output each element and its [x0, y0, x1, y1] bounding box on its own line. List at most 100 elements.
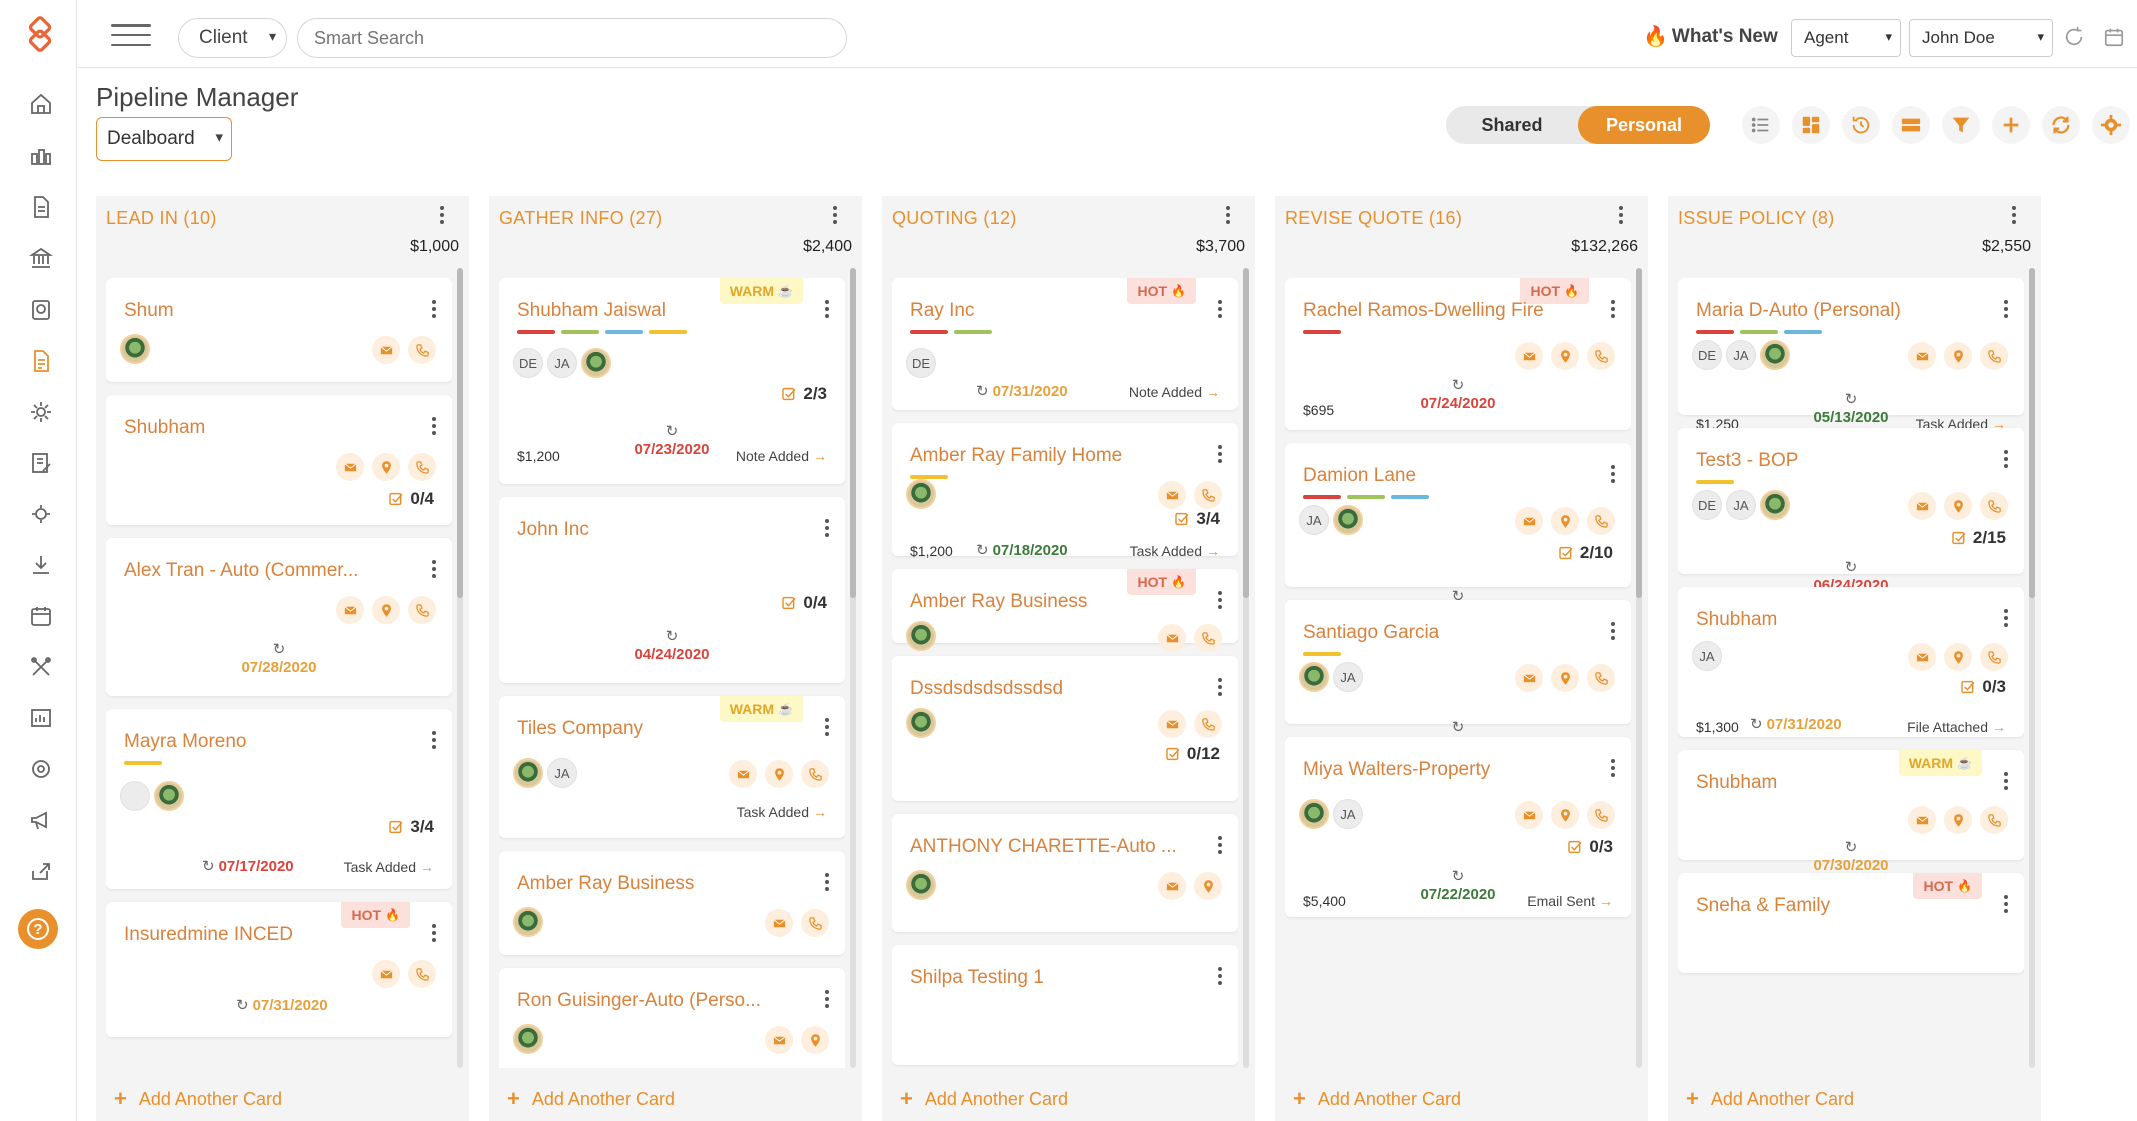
- card-menu[interactable]: [825, 873, 829, 891]
- location-button[interactable]: [1551, 664, 1579, 692]
- avatar[interactable]: [906, 708, 936, 738]
- phone-button[interactable]: [801, 909, 829, 937]
- card-menu[interactable]: [825, 519, 829, 537]
- add-card-button[interactable]: + Add Another Card: [114, 1086, 282, 1112]
- card-title[interactable]: Maria D-Auto (Personal): [1696, 300, 1901, 322]
- scrollbar-thumb[interactable]: [850, 268, 856, 598]
- column-scrollbar[interactable]: [850, 268, 856, 1068]
- card-title[interactable]: Ron Guisinger-Auto (Perso...: [517, 990, 761, 1012]
- compact-view-button[interactable]: [1892, 106, 1930, 144]
- deal-card[interactable]: Amber Ray Business: [499, 851, 845, 955]
- location-button[interactable]: [1944, 643, 1972, 671]
- board-select[interactable]: Dealboard ▾: [96, 117, 232, 161]
- more-vertical-icon[interactable]: [1218, 836, 1222, 854]
- document-icon[interactable]: [27, 193, 55, 221]
- home-icon[interactable]: [27, 90, 55, 118]
- help-button[interactable]: ?: [18, 909, 58, 949]
- avatar[interactable]: [1299, 662, 1329, 692]
- location-button[interactable]: [372, 453, 400, 481]
- card-menu[interactable]: [1218, 967, 1222, 985]
- user-select[interactable]: John Doe ▾: [1909, 19, 2053, 57]
- email-button[interactable]: [1515, 664, 1543, 692]
- settings-button[interactable]: [2092, 106, 2130, 144]
- more-vertical-icon[interactable]: [435, 206, 449, 224]
- phone-button[interactable]: [1587, 507, 1615, 535]
- column-menu[interactable]: [435, 206, 449, 230]
- card-menu[interactable]: [1218, 445, 1222, 463]
- location-button[interactable]: [372, 596, 400, 624]
- history-button[interactable]: [1842, 106, 1880, 144]
- column-scrollbar[interactable]: [1243, 268, 1249, 1068]
- card-menu[interactable]: [2004, 609, 2008, 627]
- more-vertical-icon[interactable]: [1611, 759, 1615, 777]
- avatar-initials[interactable]: DE: [1692, 340, 1722, 370]
- more-vertical-icon[interactable]: [432, 731, 436, 749]
- more-vertical-icon[interactable]: [1611, 622, 1615, 640]
- more-vertical-icon[interactable]: [825, 519, 829, 537]
- more-vertical-icon[interactable]: [2004, 895, 2008, 913]
- settings-icon[interactable]: [27, 755, 55, 783]
- column-menu[interactable]: [1614, 206, 1628, 230]
- card-title[interactable]: Damion Lane: [1303, 465, 1416, 487]
- location-button[interactable]: [1944, 342, 1972, 370]
- more-vertical-icon[interactable]: [2004, 450, 2008, 468]
- more-vertical-icon[interactable]: [2007, 206, 2021, 224]
- add-card-button[interactable]: + Add Another Card: [900, 1086, 1068, 1112]
- card-title[interactable]: Miya Walters-Property: [1303, 759, 1490, 781]
- email-button[interactable]: [1908, 342, 1936, 370]
- phone-button[interactable]: [408, 336, 436, 364]
- more-vertical-icon[interactable]: [825, 718, 829, 736]
- email-button[interactable]: [372, 336, 400, 364]
- card-menu[interactable]: [825, 300, 829, 318]
- deal-card[interactable]: Dssdsdsdsdssdsd 0/12: [892, 656, 1238, 801]
- app-logo-icon[interactable]: [22, 16, 60, 54]
- board-view-button[interactable]: [1792, 106, 1830, 144]
- deal-card[interactable]: Maria D-Auto (Personal) DE JA $1,250 ↻ 05/13/…: [1678, 278, 2024, 432]
- email-button[interactable]: [765, 1026, 793, 1054]
- deal-card[interactable]: Santiago GarciaJA$960↻06/16/2020Note Add…: [1285, 600, 1631, 760]
- phone-button[interactable]: [1587, 342, 1615, 370]
- card-menu[interactable]: [432, 560, 436, 578]
- phone-button[interactable]: [1194, 624, 1222, 652]
- email-button[interactable]: [1908, 806, 1936, 834]
- location-button[interactable]: [1194, 872, 1222, 900]
- more-vertical-icon[interactable]: [1218, 678, 1222, 696]
- avatar-initials[interactable]: JA: [1333, 799, 1363, 829]
- card-title[interactable]: Shubham Jaiswal: [517, 300, 666, 322]
- email-button[interactable]: [1908, 492, 1936, 520]
- last-activity[interactable]: Note Added→: [736, 448, 827, 464]
- phone-button[interactable]: [1587, 664, 1615, 692]
- more-vertical-icon[interactable]: [828, 206, 842, 224]
- card-menu[interactable]: [2004, 450, 2008, 468]
- last-activity[interactable]: Note Added→: [1129, 384, 1220, 400]
- more-vertical-icon[interactable]: [825, 873, 829, 891]
- more-vertical-icon[interactable]: [825, 300, 829, 318]
- phone-button[interactable]: [408, 596, 436, 624]
- deal-card[interactable]: Damion LaneJA2/10$888↻04/28/2020File Att…: [1285, 443, 1631, 629]
- filter-button[interactable]: [1942, 106, 1980, 144]
- phone-button[interactable]: [1980, 643, 2008, 671]
- column-scrollbar[interactable]: [457, 268, 463, 1068]
- email-button[interactable]: [765, 909, 793, 937]
- avatar-initials[interactable]: JA: [547, 758, 577, 788]
- location-button[interactable]: [1551, 342, 1579, 370]
- scrollbar-thumb[interactable]: [1243, 268, 1249, 598]
- phone-button[interactable]: [1980, 806, 2008, 834]
- phone-button[interactable]: [408, 960, 436, 988]
- deal-card[interactable]: HOT 🔥 Insuredmine INCED ↻ 07/31/2020: [106, 902, 452, 1037]
- more-vertical-icon[interactable]: [1218, 967, 1222, 985]
- avatar-initials[interactable]: JA: [1726, 490, 1756, 520]
- search-scope-select[interactable]: Client ▾: [178, 18, 287, 58]
- card-title[interactable]: Dssdsdsdsdssdsd: [910, 678, 1063, 700]
- location-button[interactable]: [1944, 492, 1972, 520]
- megaphone-icon[interactable]: [27, 806, 55, 834]
- deal-card[interactable]: Ron Guisinger-Auto (Perso...: [499, 968, 845, 1068]
- reports-icon[interactable]: [27, 704, 55, 732]
- deal-card[interactable]: HOT 🔥 Rachel Ramos-Dwelling Fire $695 ↻ 07/24…: [1285, 278, 1631, 430]
- deal-card[interactable]: HOT 🔥 Amber Ray Business: [892, 569, 1238, 652]
- whats-new-link[interactable]: 🔥 What's New: [1643, 24, 1778, 49]
- deal-card[interactable]: Mayra Moreno 3/4 ↻ 07/17/2020 Task Added →: [106, 709, 452, 889]
- deal-card[interactable]: Alex Tran - Auto (Commer... ↻ 07/28/2020: [106, 538, 452, 696]
- avatar-initials[interactable]: JA: [1333, 662, 1363, 692]
- location-button[interactable]: [1551, 801, 1579, 829]
